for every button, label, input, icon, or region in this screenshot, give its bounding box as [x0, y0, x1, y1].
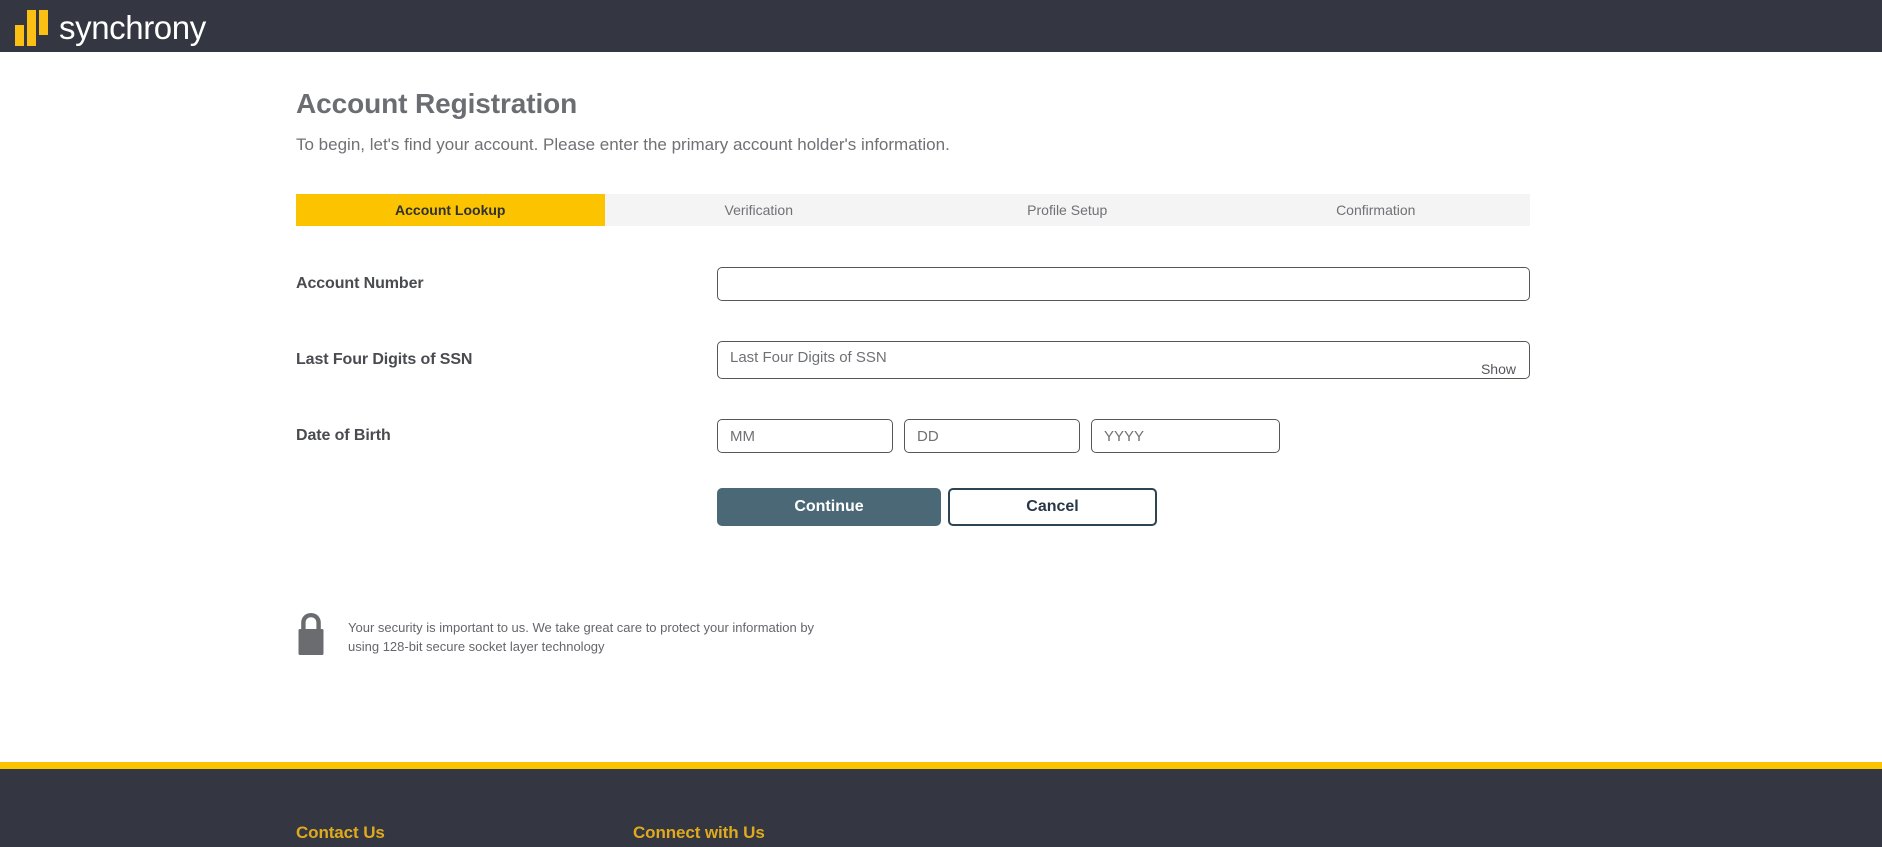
page-body: Account Registration To begin, let's fin… [0, 52, 1882, 847]
dob-month-input[interactable] [717, 419, 893, 453]
ssn-row: Last Four Digits of SSN Show [296, 336, 1530, 384]
ssn-label: Last Four Digits of SSN [296, 351, 473, 368]
footer-column-connect: Connect with Us [633, 823, 970, 843]
tab-verification[interactable]: Verification [604, 194, 913, 226]
site-header: synchrony [0, 0, 1882, 62]
security-text-line2: using 128-bit secure socket layer techno… [348, 639, 605, 654]
dob-year-input[interactable] [1091, 419, 1280, 453]
footer-heading-contact-us: Contact Us [296, 823, 385, 842]
registration-form-container: Account Registration To begin, let's fin… [296, 87, 1530, 657]
logo-bar-tall [27, 10, 36, 46]
synchrony-logo[interactable]: synchrony [14, 6, 206, 46]
account-number-row: Account Number [296, 260, 1530, 308]
security-notice: Your security is important to us. We tak… [296, 611, 1530, 657]
footer-heading-connect-with-us: Connect with Us [633, 823, 765, 842]
dob-day-input[interactable] [904, 419, 1080, 453]
account-number-label: Account Number [296, 275, 424, 292]
continue-button[interactable]: Continue [717, 488, 941, 526]
ssn-input[interactable] [717, 341, 1530, 379]
logo-bar-medium [39, 10, 48, 35]
date-of-birth-label: Date of Birth [296, 427, 391, 444]
date-of-birth-row: Date of Birth [296, 412, 1530, 460]
ssn-field-wrap: Show [717, 341, 1530, 379]
security-notice-text: Your security is important to us. We tak… [348, 611, 818, 656]
synchrony-logo-mark-icon [14, 6, 50, 46]
tab-profile-setup[interactable]: Profile Setup [913, 194, 1222, 226]
tab-account-lookup[interactable]: Account Lookup [296, 194, 605, 226]
lock-icon [298, 613, 324, 655]
show-ssn-button[interactable]: Show [1481, 361, 1516, 377]
tab-confirmation[interactable]: Confirmation [1221, 194, 1530, 226]
registration-step-tabs: Account Lookup Verification Profile Setu… [296, 194, 1530, 226]
footer-columns: Contact Us Connect with Us [296, 823, 970, 843]
page-subtitle: To begin, let's find your account. Pleas… [296, 135, 950, 154]
account-lookup-form: Account Number Last Four Digits of SSN S… [296, 260, 1530, 526]
security-text-line1: Your security is important to us. We tak… [348, 620, 815, 635]
page-title: Account Registration [296, 88, 578, 119]
form-actions: Continue Cancel [717, 488, 1530, 526]
cancel-button[interactable]: Cancel [948, 488, 1157, 526]
brand-name: synchrony [59, 9, 206, 46]
account-number-field-wrap [717, 267, 1530, 301]
logo-bar-short [15, 25, 24, 46]
footer-column-contact: Contact Us [296, 823, 633, 843]
account-number-input[interactable] [717, 267, 1530, 301]
site-footer: Contact Us Connect with Us [0, 762, 1882, 847]
date-of-birth-field-wrap [717, 419, 1530, 453]
